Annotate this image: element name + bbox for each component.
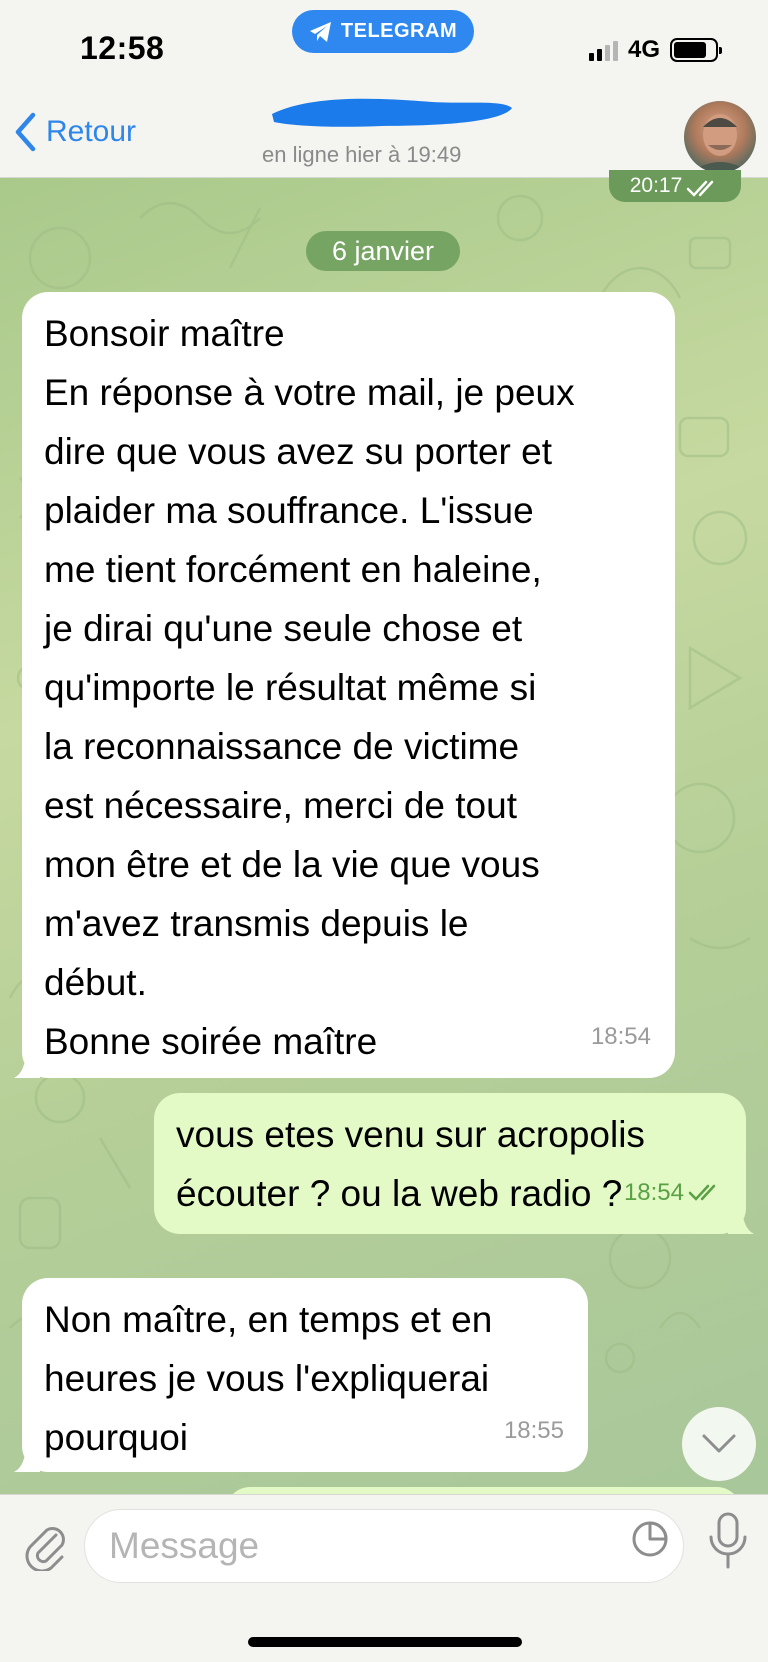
microphone-icon[interactable] (706, 1511, 750, 1571)
message-time: 18:54 (623, 1179, 684, 1206)
incoming-bubble-tail (14, 1442, 40, 1472)
outgoing-bubble-tail (728, 1204, 754, 1234)
incoming-bubble-tail (14, 1048, 40, 1078)
contact-name-redacted[interactable] (262, 92, 517, 132)
chevron-left-icon (15, 112, 36, 152)
incoming-message[interactable]: Bonsoir maître En réponse à votre mail, … (22, 292, 675, 1078)
message-meta: 18:54 (591, 1007, 651, 1066)
message-meta: 18:54 (624, 1163, 722, 1222)
contact-avatar[interactable] (684, 101, 756, 173)
contact-last-seen: en ligne hier à 19:49 (262, 142, 462, 167)
message-input-bar (0, 1494, 768, 1662)
status-time: 12:58 (80, 30, 165, 66)
app-pill-label: TELEGRAM (340, 20, 458, 42)
message-meta: 18:55 (504, 1401, 564, 1460)
network-type: 4G (627, 36, 660, 63)
avatar-photo (690, 114, 750, 173)
message-time: 18:54 (590, 1023, 651, 1050)
previous-message-time: 20:17 (609, 170, 741, 202)
incoming-message[interactable]: Non maître, en temps et en heures je vou… (22, 1278, 588, 1472)
message-input[interactable] (109, 1525, 589, 1567)
message-time: 18:55 (503, 1417, 564, 1444)
date-separator: 6 janvier (306, 231, 460, 271)
sticker-icon[interactable] (630, 1519, 670, 1559)
message-field[interactable] (84, 1509, 684, 1583)
return-to-app-pill[interactable]: TELEGRAM (292, 10, 474, 53)
chat-header: 12:58 TELEGRAM 4G Retour en ligne hier à… (0, 0, 768, 178)
read-double-check-icon (688, 1184, 716, 1201)
telegram-plane-icon (309, 21, 331, 42)
status-indicators: 4G (588, 36, 722, 64)
scroll-to-bottom-button[interactable] (682, 1407, 756, 1481)
signal-icon (588, 39, 618, 61)
chevron-down-icon (702, 1434, 736, 1453)
double-check-icon (687, 180, 714, 197)
battery-icon (670, 38, 722, 62)
outgoing-message[interactable]: vous etes venu sur acropolis écouter ? o… (154, 1093, 746, 1234)
back-button[interactable]: Retour (14, 112, 136, 152)
back-label: Retour (46, 115, 137, 148)
message-text: Non maître, en temps et en heures je vou… (44, 1299, 493, 1458)
message-text: Bonsoir maître En réponse à votre mail, … (44, 313, 575, 1062)
battery-level (674, 42, 706, 58)
home-indicator[interactable] (248, 1637, 522, 1647)
attach-paperclip-icon[interactable] (18, 1519, 70, 1571)
